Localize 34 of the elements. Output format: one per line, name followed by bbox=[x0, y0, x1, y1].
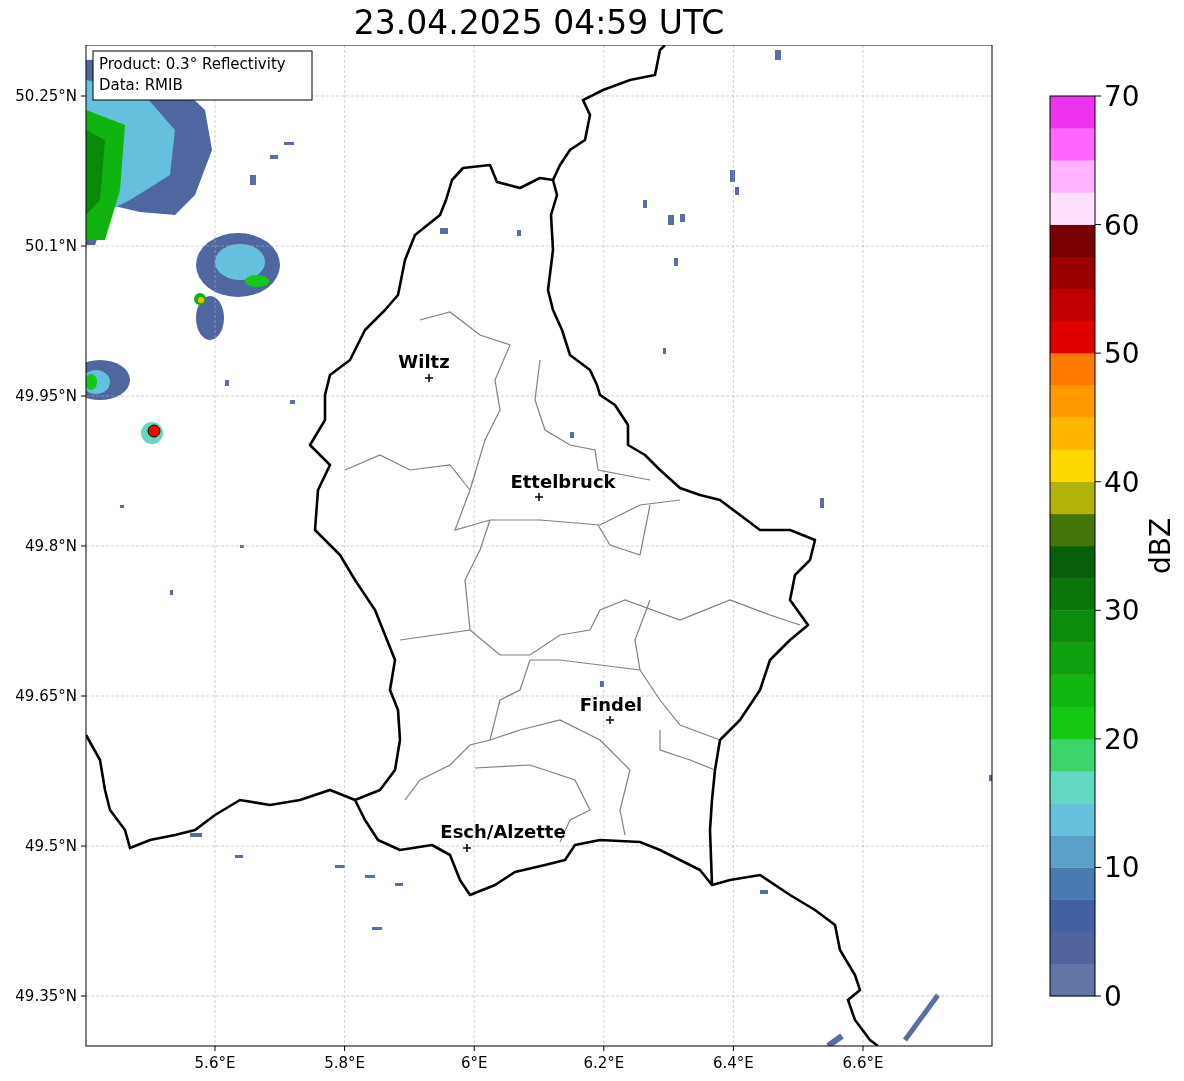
city-marker-icon bbox=[424, 373, 434, 383]
axis-tick-label: 6°E bbox=[460, 1054, 488, 1072]
axis-tick-label: 5.8°E bbox=[324, 1054, 365, 1072]
city-marker-icon bbox=[605, 715, 615, 725]
axis-tick-label: 50.1°N bbox=[24, 237, 77, 255]
info-text: Data: RMIB bbox=[99, 76, 183, 94]
info-text: Product: 0.3° Reflectivity bbox=[99, 55, 286, 73]
city-marker-icon bbox=[462, 843, 472, 853]
city-label: Findel bbox=[579, 694, 643, 715]
axis-tick-label: 6.6°E bbox=[842, 1054, 884, 1072]
axis-tick-label: 5.6°E bbox=[194, 1054, 236, 1072]
radar-site-marker-icon bbox=[147, 424, 161, 438]
city-label: Ettelbruck bbox=[510, 471, 616, 492]
colorbar-tick-label: 60 bbox=[1104, 208, 1140, 242]
axis-tick-label: 49.65°N bbox=[15, 687, 77, 705]
colorbar-tick-label: 40 bbox=[1104, 465, 1140, 499]
axis-tick-label: 6.4°E bbox=[713, 1054, 754, 1072]
city-label: Wiltz bbox=[398, 351, 450, 372]
colorbar-tick-label: 50 bbox=[1104, 337, 1140, 371]
chart-title: 23.04.2025 04:59 UTC bbox=[353, 6, 725, 39]
colorbar-tick-label: 70 bbox=[1104, 80, 1140, 113]
colorbar-label: dBZ bbox=[1144, 517, 1177, 575]
axis-tick-label: 50.25°N bbox=[15, 87, 77, 105]
colorbar-tick-label: 10 bbox=[1104, 851, 1140, 885]
colorbar-tick-label: 0 bbox=[1104, 980, 1122, 1013]
axis-tick-label: 49.95°N bbox=[15, 387, 77, 405]
city-label: Esch/Alzette bbox=[440, 821, 566, 842]
colorbar-tick-label: 30 bbox=[1104, 594, 1140, 628]
axis-tick-label: 49.8°N bbox=[24, 537, 77, 555]
axis-tick-label: 49.5°N bbox=[24, 837, 77, 855]
colorbar-tick-label: 20 bbox=[1104, 722, 1140, 756]
axis-tick-label: 6.2°E bbox=[583, 1054, 625, 1072]
city-marker-icon bbox=[534, 492, 544, 502]
axis-tick-label: 49.35°N bbox=[15, 987, 77, 1005]
